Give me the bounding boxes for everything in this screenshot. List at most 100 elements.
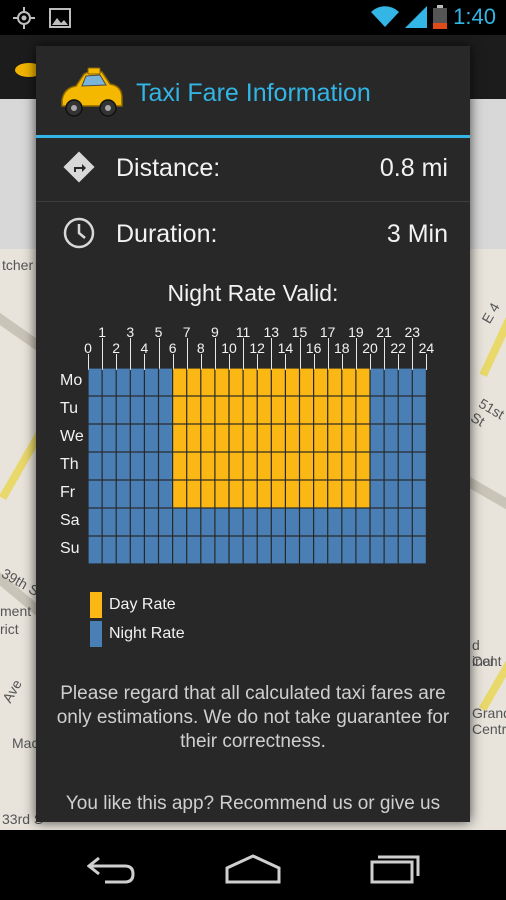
hour-tick xyxy=(243,338,245,370)
hour-tick xyxy=(355,338,357,370)
rate-cell xyxy=(300,452,313,480)
rate-cell xyxy=(215,536,229,564)
rate-cell xyxy=(314,368,328,396)
rate-cell xyxy=(88,368,102,396)
rate-cell xyxy=(116,480,130,508)
rate-cell xyxy=(187,480,201,508)
home-button[interactable] xyxy=(225,854,281,884)
rate-cell xyxy=(271,536,285,564)
rate-cell xyxy=(328,424,342,452)
rate-cell xyxy=(102,368,116,396)
rate-cell xyxy=(398,396,412,424)
rate-cell xyxy=(257,424,271,452)
divider xyxy=(36,201,470,202)
directions-icon xyxy=(63,151,95,183)
rate-cell xyxy=(271,452,285,480)
rate-cell xyxy=(328,480,342,508)
rate-cell xyxy=(173,536,187,564)
rate-cell xyxy=(173,368,187,396)
rate-cell xyxy=(328,452,342,480)
rate-cell xyxy=(398,368,412,396)
rate-cell xyxy=(201,536,215,564)
duration-row: Duration: 3 Min xyxy=(36,204,470,264)
rate-cell xyxy=(398,452,412,480)
rate-cell xyxy=(314,508,328,536)
hour-labels-even: 0 2 4 6 8 10 12 14 16 18 20 22 24 xyxy=(36,340,470,358)
rate-cell xyxy=(384,396,398,424)
hour-tick xyxy=(102,338,104,370)
rate-cell xyxy=(187,396,201,424)
rate-cell xyxy=(398,424,412,452)
rate-cell xyxy=(412,452,426,480)
rate-cell xyxy=(257,508,271,536)
rate-cell xyxy=(370,480,384,508)
map-label: tcher xyxy=(2,257,34,273)
rate-cell xyxy=(412,424,426,452)
rate-cell xyxy=(271,480,285,508)
hour-tick xyxy=(130,338,132,370)
rate-cell xyxy=(314,396,328,424)
hour-tick xyxy=(327,338,329,370)
rate-cell xyxy=(102,480,116,508)
recommend-text[interactable]: You like this app? Recommend us or give … xyxy=(50,792,456,816)
rate-cell xyxy=(88,480,102,508)
rate-cell xyxy=(356,424,370,452)
map-label: Grand xyxy=(472,705,506,721)
rate-cell xyxy=(215,480,229,508)
rate-cell xyxy=(300,480,313,508)
rate-cell xyxy=(356,508,370,536)
rate-cell xyxy=(370,396,384,424)
hour-tick xyxy=(412,338,414,370)
rate-cell xyxy=(145,396,158,424)
rate-cell xyxy=(370,536,384,564)
map-label: E 4 xyxy=(478,299,503,327)
rate-cell xyxy=(243,536,257,564)
rate-cell xyxy=(130,536,144,564)
rate-cell xyxy=(384,480,398,508)
rate-cell xyxy=(229,508,243,536)
rate-cell xyxy=(145,536,158,564)
distance-row: Distance: 0.8 mi xyxy=(36,138,470,198)
clock: 1:40 xyxy=(453,4,496,29)
rate-cell xyxy=(145,480,158,508)
night-rate-legend-label: Night Rate xyxy=(109,625,185,642)
taxi-fare-dialog: Taxi Fare Information Distance: 0.8 mi D… xyxy=(36,46,470,822)
rate-cell xyxy=(412,508,426,536)
rate-cell xyxy=(201,368,215,396)
clock-icon xyxy=(63,217,95,249)
rate-cell xyxy=(229,536,243,564)
rate-cell xyxy=(173,452,187,480)
picture-icon xyxy=(49,8,71,28)
rate-cell xyxy=(187,536,201,564)
rate-cell xyxy=(145,452,158,480)
rate-cell xyxy=(215,424,229,452)
rate-cell xyxy=(286,452,299,480)
rate-cell xyxy=(370,368,384,396)
rate-cell xyxy=(201,452,215,480)
rate-cell xyxy=(187,424,201,452)
rate-cell xyxy=(398,508,412,536)
rate-cell xyxy=(88,508,102,536)
rate-cell xyxy=(159,508,172,536)
rate-cell xyxy=(173,508,187,536)
rate-cell xyxy=(159,424,172,452)
gps-icon xyxy=(13,7,35,29)
rate-cell xyxy=(159,480,172,508)
back-button[interactable] xyxy=(87,852,137,888)
map-label: ment xyxy=(0,603,32,619)
rate-cell xyxy=(384,368,398,396)
recent-apps-button[interactable] xyxy=(370,854,420,884)
rate-cell xyxy=(257,368,271,396)
taxi-icon xyxy=(61,67,123,117)
rate-cell xyxy=(286,424,299,452)
rate-cell xyxy=(229,368,243,396)
rate-cell xyxy=(145,424,158,452)
rate-cell xyxy=(173,480,187,508)
rate-cell xyxy=(201,480,215,508)
rate-cell xyxy=(286,396,299,424)
rate-cell xyxy=(398,536,412,564)
rate-cell xyxy=(102,396,116,424)
rate-cell xyxy=(342,508,356,536)
rate-cell xyxy=(229,452,243,480)
rate-cell xyxy=(201,396,215,424)
